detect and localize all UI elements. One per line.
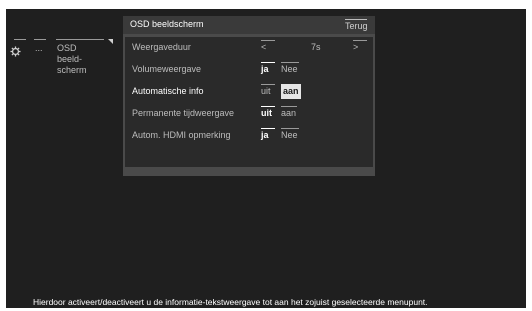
duration-value: 7s bbox=[311, 42, 321, 52]
option-ja[interactable]: ja bbox=[261, 128, 275, 143]
increase-button[interactable]: > bbox=[353, 40, 367, 55]
gear-icon bbox=[10, 46, 21, 57]
decrease-button[interactable]: < bbox=[261, 40, 275, 55]
setting-row-permanente-tijdweergave[interactable]: Permanente tijdweergave uit aan bbox=[125, 103, 373, 125]
back-button[interactable]: Terug bbox=[345, 21, 368, 31]
option-ja[interactable]: ja bbox=[261, 62, 275, 77]
option-aan[interactable]: aan bbox=[281, 84, 301, 99]
setting-row-volumeweergave[interactable]: Volumeweergave ja Nee bbox=[125, 59, 373, 81]
setting-row-automatische-info[interactable]: Automatische info uit aan bbox=[125, 81, 373, 103]
breadcrumb-divider bbox=[56, 39, 104, 40]
setting-label: Automatische info bbox=[132, 86, 204, 96]
option-uit[interactable]: uit bbox=[261, 106, 277, 121]
tv-screen: ... OSD beeld- scherm OSD beeldscherm Te… bbox=[6, 9, 526, 308]
option-nee[interactable]: Nee bbox=[281, 62, 301, 77]
breadcrumb-ellipsis[interactable]: ... bbox=[35, 43, 43, 53]
setting-row-weergaveduur[interactable]: Weergaveduur < 7s > bbox=[125, 37, 373, 59]
option-uit[interactable]: uit bbox=[261, 84, 277, 99]
breadcrumb-current[interactable]: OSD beeld- scherm bbox=[57, 43, 97, 76]
panel-header: OSD beeldscherm Terug bbox=[123, 16, 375, 34]
back-divider bbox=[345, 19, 367, 20]
settings-list: Weergaveduur < 7s > Volumeweergave ja Ne… bbox=[125, 37, 373, 167]
breadcrumb-label-line1: OSD beeld- bbox=[57, 43, 83, 64]
option-nee[interactable]: Nee bbox=[281, 128, 301, 143]
panel-title: OSD beeldscherm bbox=[130, 19, 204, 29]
breadcrumb-divider bbox=[14, 39, 26, 40]
setting-label: Weergaveduur bbox=[132, 42, 191, 52]
help-text: Hierdoor activeert/deactiveert u de info… bbox=[33, 297, 428, 307]
breadcrumb-label-line2: scherm bbox=[57, 65, 87, 75]
option-aan[interactable]: aan bbox=[281, 106, 299, 121]
breadcrumb-divider bbox=[34, 39, 46, 40]
setting-label: Permanente tijdweergave bbox=[132, 108, 235, 118]
setting-label: Autom. HDMI opmerking bbox=[132, 130, 231, 140]
setting-label: Volumeweergave bbox=[132, 64, 202, 74]
chevron-corner-icon bbox=[108, 39, 113, 44]
osd-settings-panel: OSD beeldscherm Terug Weergaveduur < 7s … bbox=[123, 16, 375, 176]
setting-row-autom-hdmi-opmerking[interactable]: Autom. HDMI opmerking ja Nee bbox=[125, 125, 373, 147]
